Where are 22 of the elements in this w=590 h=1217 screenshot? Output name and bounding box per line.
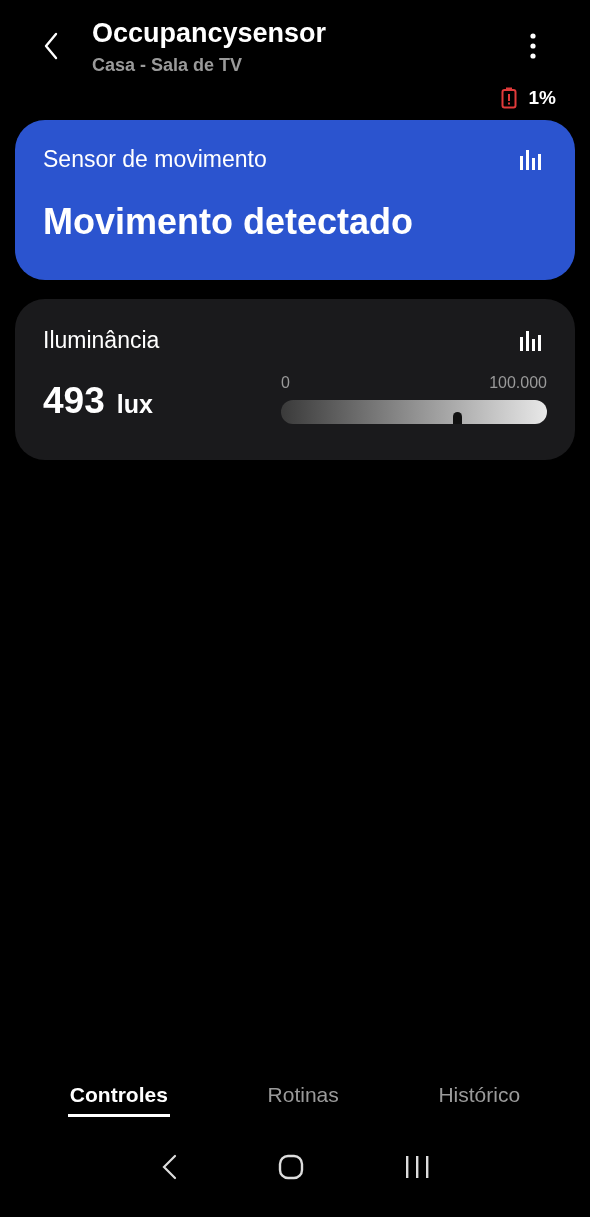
- chart-icon[interactable]: [519, 330, 541, 351]
- tab[interactable]: Histórico: [436, 1079, 523, 1117]
- illuminance-unit: lux: [116, 390, 153, 419]
- motion-card[interactable]: Sensor de movimento Movimento detectado: [15, 120, 575, 280]
- battery-percent: 1%: [528, 87, 556, 109]
- more-options-icon[interactable]: [530, 33, 536, 59]
- device-title: Occupancysensor: [92, 18, 328, 49]
- motion-status: Movimento detectado: [43, 201, 415, 243]
- scale-max: 100.000: [489, 374, 547, 392]
- back-icon[interactable]: [44, 32, 58, 60]
- illuminance-card[interactable]: Iluminância 493 lux 0 100.000: [15, 299, 575, 460]
- scale-min: 0: [281, 374, 290, 392]
- tab[interactable]: Rotinas: [265, 1079, 341, 1117]
- home-icon[interactable]: [278, 1154, 304, 1180]
- tab[interactable]: Controles: [67, 1079, 170, 1117]
- illuminance-value: 493: [43, 380, 105, 422]
- card-label: Iluminância: [43, 327, 160, 354]
- card-label: Sensor de movimento: [43, 146, 267, 173]
- device-location: Casa - Sala de TV: [92, 55, 244, 76]
- chart-icon[interactable]: [519, 149, 541, 170]
- recent-apps-icon[interactable]: [405, 1155, 430, 1179]
- back-icon[interactable]: [160, 1154, 177, 1180]
